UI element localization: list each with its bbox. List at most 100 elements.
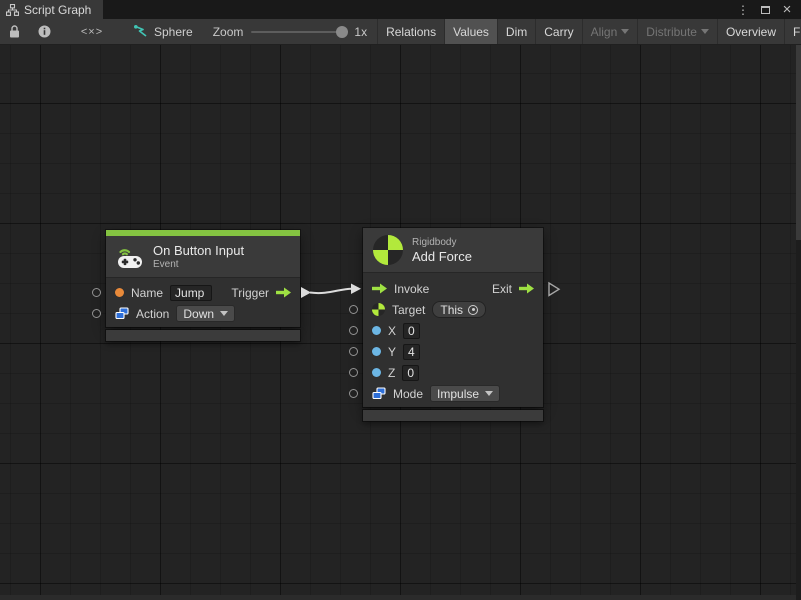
graph-canvas[interactable]: On Button Input Event Name Jump Trigger [0, 45, 801, 600]
invoke-label: Invoke [394, 282, 429, 296]
trigger-flow-arrow-icon[interactable] [276, 287, 291, 298]
trigger-label: Trigger [231, 286, 269, 300]
align-label: Align [591, 25, 618, 39]
align-button[interactable]: Align [583, 19, 638, 44]
x-input[interactable]: 0 [403, 323, 420, 339]
code-view-button[interactable]: <×> [60, 19, 124, 44]
exit-label: Exit [492, 282, 512, 296]
target-value: This [440, 303, 463, 317]
force-node[interactable]: Rigidbody Add Force Invoke Exit [363, 228, 543, 421]
force-node-footer [363, 410, 543, 421]
graph-icon [6, 4, 19, 16]
exit-flow-arrow-icon[interactable] [519, 283, 534, 294]
window-menu-icon[interactable]: ⋮ [735, 2, 751, 18]
float-port-icon [372, 347, 381, 356]
relations-button[interactable]: Relations [378, 19, 444, 44]
zoom-slider[interactable] [251, 31, 346, 33]
overview-button[interactable]: Overview [718, 19, 784, 44]
event-node-subtitle: Event [153, 258, 244, 271]
zoom-label: Zoom [213, 25, 244, 39]
values-label: Values [453, 25, 489, 39]
relations-label: Relations [386, 25, 436, 39]
enum-icon [115, 307, 129, 320]
z-input[interactable]: 0 [402, 365, 419, 381]
window-controls: ⋮ × [735, 0, 801, 19]
title-bar: Script Graph ⋮ × [0, 0, 801, 19]
force-y-port[interactable] [349, 347, 358, 356]
target-label: Target [392, 303, 425, 317]
event-node-footer [106, 330, 300, 341]
force-target-port[interactable] [349, 305, 358, 314]
force-x-port[interactable] [349, 326, 358, 335]
breadcrumb[interactable]: Sphere [124, 19, 203, 44]
x-row: X 0 [372, 320, 534, 341]
target-chip[interactable]: This [432, 301, 486, 318]
event-action-port[interactable] [92, 309, 101, 318]
action-row: Action Down [115, 303, 291, 324]
force-z-port[interactable] [349, 368, 358, 377]
event-node-body: Name Jump Trigger [106, 278, 300, 327]
lock-button[interactable] [0, 19, 29, 44]
name-input[interactable]: Jump [170, 285, 212, 301]
carry-button[interactable]: Carry [536, 19, 581, 44]
vertical-scrollbar-thumb[interactable] [796, 45, 801, 240]
x-label: X [388, 324, 396, 338]
y-row: Y 4 [372, 341, 534, 362]
name-row: Name Jump Trigger [115, 282, 291, 303]
script-machine-icon [134, 25, 148, 38]
script-graph-window: Script Graph ⋮ × <×> [0, 0, 801, 600]
carry-label: Carry [544, 25, 573, 39]
action-dropdown[interactable]: Down [176, 305, 235, 322]
invoke-flow-arrow-icon[interactable] [372, 283, 387, 294]
zoom-control: Zoom 1x [203, 19, 377, 44]
event-name-port[interactable] [92, 288, 101, 297]
target-row: Target This [372, 299, 534, 320]
rigidbody-icon [373, 235, 403, 265]
chevron-down-icon [621, 29, 629, 34]
force-node-body: Invoke Exit Target This [363, 273, 543, 407]
info-icon [38, 25, 51, 38]
dim-label: Dim [506, 25, 527, 39]
event-node-header[interactable]: On Button Input Event [106, 236, 300, 278]
code-view-label: <×> [81, 26, 103, 38]
breadcrumb-label: Sphere [154, 25, 193, 39]
force-node-kicker: Rigidbody [412, 237, 472, 249]
float-port-icon [372, 326, 381, 335]
gamepad-icon [116, 245, 144, 269]
lock-icon [9, 25, 20, 38]
force-mode-port[interactable] [349, 389, 358, 398]
y-label: Y [388, 345, 396, 359]
zoom-level: 1x [354, 25, 367, 39]
values-button[interactable]: Values [445, 19, 497, 44]
rigidbody-port-icon [372, 303, 385, 316]
exit-port-triangle-icon [549, 283, 559, 296]
event-node[interactable]: On Button Input Event Name Jump Trigger [106, 230, 300, 341]
mode-label: Mode [393, 387, 423, 401]
overview-label: Overview [726, 25, 776, 39]
name-label: Name [131, 286, 163, 300]
zoom-slider-handle[interactable] [336, 26, 348, 38]
maximize-icon[interactable] [757, 2, 773, 18]
mode-value: Impulse [437, 387, 479, 401]
chevron-down-icon [485, 391, 493, 396]
tab-title: Script Graph [24, 3, 91, 17]
fullscreen-button[interactable]: Full Screen [785, 19, 801, 44]
mode-dropdown[interactable]: Impulse [430, 385, 500, 402]
y-input[interactable]: 4 [403, 344, 420, 360]
graph-toolbar: <×> Sphere Zoom 1x Relations Values [0, 19, 801, 45]
close-icon[interactable]: × [779, 2, 795, 18]
horizontal-scrollbar[interactable] [0, 595, 796, 600]
tab-script-graph[interactable]: Script Graph [0, 0, 103, 19]
mode-row: Mode Impulse [372, 383, 534, 404]
force-node-header[interactable]: Rigidbody Add Force [363, 228, 543, 273]
z-row: Z 0 [372, 362, 534, 383]
dim-button[interactable]: Dim [498, 19, 535, 44]
target-picker-icon[interactable] [468, 305, 478, 315]
chevron-down-icon [220, 311, 228, 316]
action-label: Action [136, 307, 169, 321]
string-port-icon [115, 288, 124, 297]
distribute-button[interactable]: Distribute [638, 19, 717, 44]
float-port-icon [372, 368, 381, 377]
info-button[interactable] [29, 19, 60, 44]
vertical-scrollbar[interactable] [796, 45, 801, 600]
